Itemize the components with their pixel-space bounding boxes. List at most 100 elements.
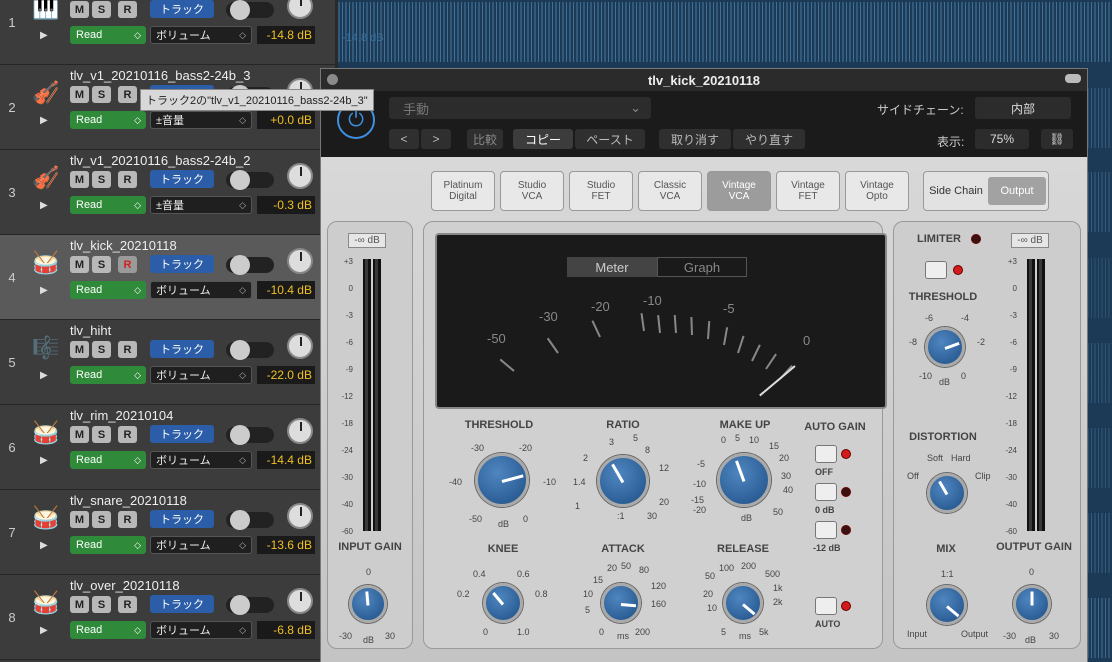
paste-button[interactable]: ペースト (575, 129, 645, 149)
track-button[interactable]: トラック (150, 340, 214, 358)
automation-mode-menu[interactable]: Read (70, 621, 146, 639)
copy-button[interactable]: コピー (513, 129, 573, 149)
record-button[interactable]: R (118, 341, 137, 358)
auto-release-button[interactable] (815, 597, 837, 615)
compare-button[interactable]: 比較 (467, 129, 503, 149)
record-button[interactable]: R (118, 596, 137, 613)
play-icon[interactable]: ▶ (40, 625, 48, 636)
mute-button[interactable]: M (70, 86, 89, 103)
automation-parameter-menu[interactable]: ボリューム (150, 536, 252, 554)
automation-mode-menu[interactable]: Read (70, 366, 146, 384)
track-name[interactable]: tlv_snare_20210118 (70, 493, 187, 508)
track-name[interactable]: tlv_over_20210118 (70, 578, 180, 593)
solo-button[interactable]: S (92, 86, 111, 103)
mute-button[interactable]: M (70, 426, 89, 443)
input-gain-knob[interactable] (349, 585, 387, 623)
track-toggle[interactable] (226, 340, 274, 360)
region-piano[interactable] (338, 2, 1112, 62)
solo-button[interactable]: S (92, 596, 111, 613)
zoom-menu[interactable]: 75% (975, 129, 1029, 149)
track-row[interactable]: 7 🥁 tlv_snare_20210118 MSR トラック ▶ Readボリューム -13… (0, 490, 335, 575)
record-button[interactable]: R (118, 256, 137, 273)
meter-tab[interactable]: Meter (567, 257, 657, 277)
attack-knob[interactable] (601, 583, 641, 623)
track-button[interactable]: トラック (150, 255, 214, 273)
auto-gain-0db-button[interactable] (815, 483, 837, 501)
solo-button[interactable]: S (92, 256, 111, 273)
model-button[interactable]: Studio VCA (500, 171, 564, 211)
undo-button[interactable]: 取り消す (659, 129, 731, 149)
automation-mode-menu[interactable]: Read (70, 536, 146, 554)
collapse-icon[interactable] (1065, 74, 1081, 83)
automation-parameter-menu[interactable]: ボリューム (150, 366, 252, 384)
solo-button[interactable]: S (92, 171, 111, 188)
output-gain-knob[interactable] (1013, 585, 1051, 623)
track-name[interactable]: tlv_hiht (70, 323, 111, 338)
track-name[interactable]: tlv_rim_20210104 (70, 408, 173, 423)
distortion-knob[interactable] (927, 473, 967, 513)
solo-button[interactable]: S (92, 1, 111, 18)
track-button[interactable]: トラック (150, 510, 214, 528)
automation-parameter-menu[interactable]: ボリューム (150, 451, 252, 469)
track-toggle[interactable] (226, 170, 274, 190)
pan-knob[interactable] (287, 0, 313, 19)
automation-mode-menu[interactable]: Read (70, 281, 146, 299)
model-button[interactable]: Classic VCA (638, 171, 702, 211)
pan-knob[interactable] (287, 588, 313, 614)
model-button[interactable]: Vintage VCA (707, 171, 771, 211)
track-row[interactable]: 1🎹tlv_pianoMSRトラック▶Readボリューム-14.8 dB (0, 0, 335, 65)
limiter-threshold-knob[interactable] (925, 327, 965, 367)
automation-mode-menu[interactable]: Read (70, 26, 146, 44)
track-toggle[interactable] (226, 0, 274, 20)
track-row[interactable]: 5 🎼 tlv_hiht MSR トラック ▶ Readボリューム -22.0 dB (0, 320, 335, 405)
record-button[interactable]: R (118, 511, 137, 528)
pan-knob[interactable] (287, 503, 313, 529)
mute-button[interactable]: M (70, 341, 89, 358)
pan-knob[interactable] (287, 333, 313, 359)
automation-mode-menu[interactable]: Read (70, 111, 146, 129)
model-button[interactable]: Studio FET (569, 171, 633, 211)
graph-tab[interactable]: Graph (657, 257, 747, 277)
pan-knob[interactable] (287, 163, 313, 189)
track-button[interactable]: トラック (150, 595, 214, 613)
auto-gain-12db-button[interactable] (815, 521, 837, 539)
solo-button[interactable]: S (92, 511, 111, 528)
play-icon[interactable]: ▶ (40, 370, 48, 381)
track-toggle[interactable] (226, 425, 274, 445)
track-button[interactable]: トラック (150, 425, 214, 443)
model-button[interactable]: Vintage FET (776, 171, 840, 211)
play-icon[interactable]: ▶ (40, 455, 48, 466)
solo-button[interactable]: S (92, 426, 111, 443)
forward-button[interactable]: > (421, 129, 451, 149)
model-button[interactable]: Platinum Digital (431, 171, 495, 211)
record-button[interactable]: R (118, 1, 137, 18)
automation-parameter-menu[interactable]: ボリューム (150, 26, 252, 44)
record-button[interactable]: R (118, 171, 137, 188)
redo-button[interactable]: やり直す (733, 129, 805, 149)
threshold-knob[interactable] (475, 453, 529, 507)
side-chain-button[interactable]: Side Chain (927, 177, 985, 205)
ratio-knob[interactable] (597, 455, 649, 507)
play-icon[interactable]: ▶ (40, 30, 48, 41)
automation-mode-menu[interactable]: Read (70, 451, 146, 469)
play-icon[interactable]: ▶ (40, 540, 48, 551)
track-row[interactable]: 6 🥁 tlv_rim_20210104 MSR トラック ▶ Readボリューム -14.4… (0, 405, 335, 490)
preset-menu[interactable]: 手動 ⌄ (389, 97, 651, 119)
mute-button[interactable]: M (70, 171, 89, 188)
sidechain-menu[interactable]: 内部 (975, 97, 1071, 119)
automation-parameter-menu[interactable]: ±音量 (150, 111, 252, 129)
link-icon[interactable]: ⛓ (1041, 129, 1073, 149)
automation-parameter-menu[interactable]: ±音量 (150, 196, 252, 214)
mute-button[interactable]: M (70, 1, 89, 18)
track-button[interactable]: トラック (150, 0, 214, 18)
output-button[interactable]: Output (988, 177, 1046, 205)
play-icon[interactable]: ▶ (40, 285, 48, 296)
track-name[interactable]: tlv_kick_20210118 (70, 238, 177, 253)
model-button[interactable]: Vintage Opto (845, 171, 909, 211)
knee-knob[interactable] (483, 583, 523, 623)
mute-button[interactable]: M (70, 511, 89, 528)
release-knob[interactable] (723, 583, 763, 623)
solo-button[interactable]: S (92, 341, 111, 358)
mute-button[interactable]: M (70, 596, 89, 613)
track-name[interactable]: tlv_v1_20210116_bass2-24b_2 (70, 153, 250, 168)
